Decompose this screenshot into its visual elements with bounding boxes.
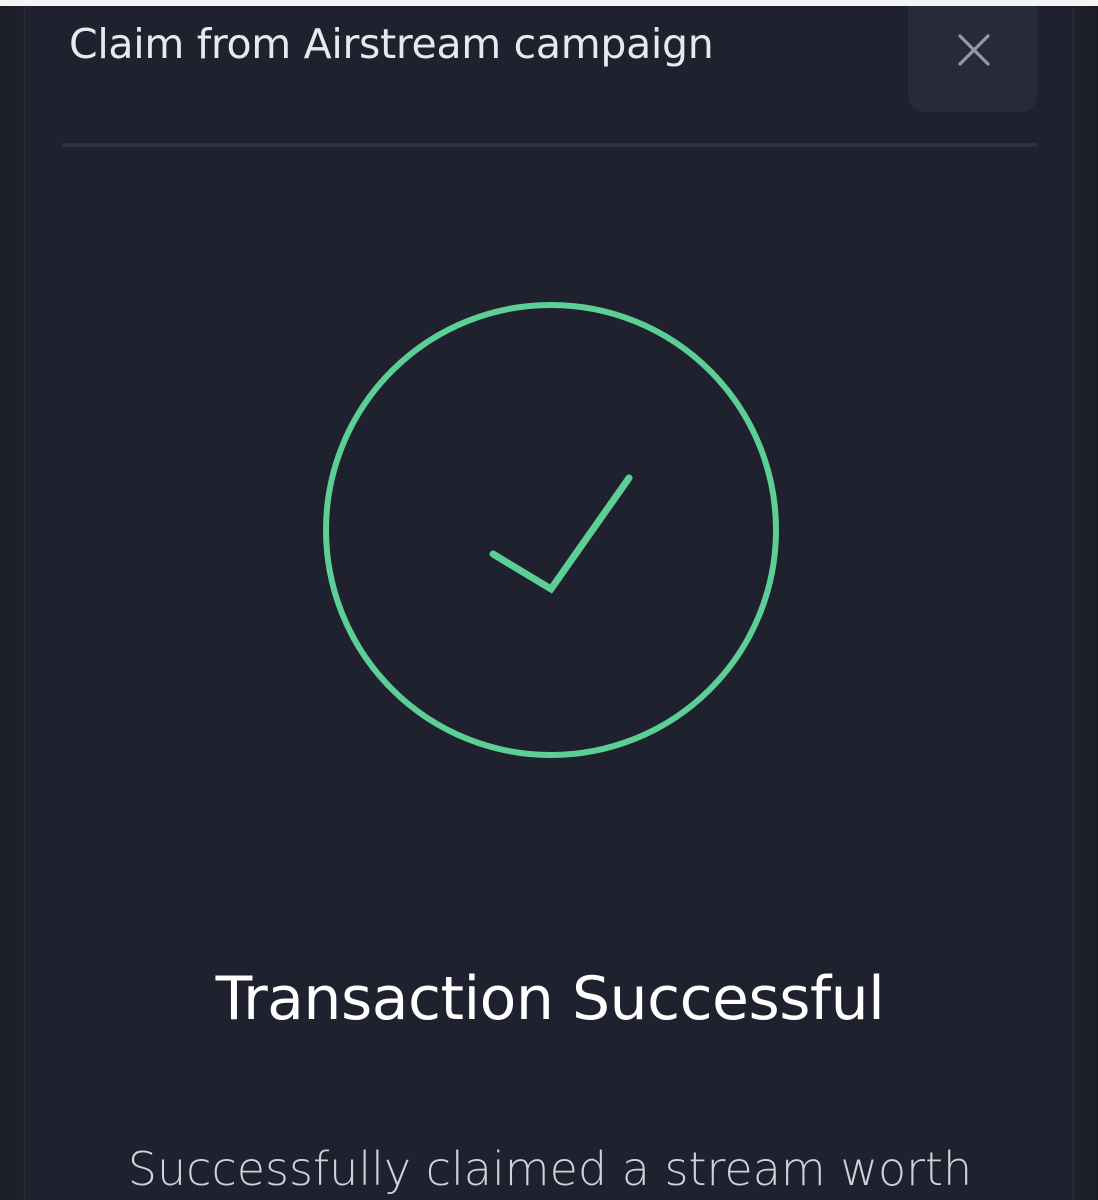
modal-title: Claim from Airstream campaign [69, 20, 714, 68]
status-message: Successfully claimed a stream worth [127, 1142, 973, 1196]
header-divider [62, 143, 1037, 147]
close-icon [958, 34, 990, 66]
backdrop-right [1074, 6, 1098, 1200]
close-button[interactable] [908, 6, 1037, 112]
claim-modal: Claim from Airstream campaign Transactio… [24, 6, 1074, 1200]
check-circle-icon [323, 302, 779, 758]
backdrop-left [0, 6, 24, 1200]
status-title: Transaction Successful [215, 964, 885, 1034]
